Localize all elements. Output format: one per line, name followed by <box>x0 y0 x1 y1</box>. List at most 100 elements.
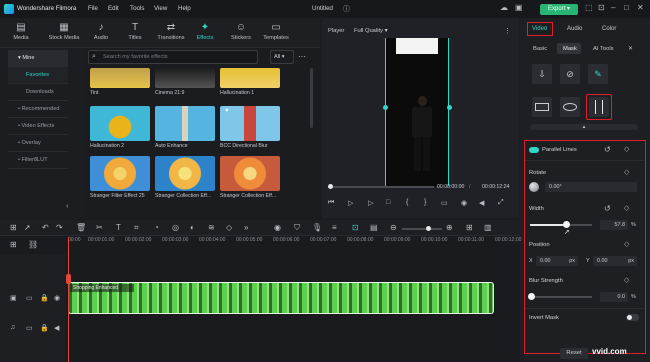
tab-transitions[interactable]: ⇄ Transitions <box>152 21 190 47</box>
lock-icon[interactable]: 🔒 <box>40 324 49 332</box>
tab-templates[interactable]: ▭ Templates <box>258 21 294 47</box>
mask-toggle[interactable] <box>529 147 539 153</box>
mask-import-icon[interactable]: ⇩ <box>532 64 552 84</box>
reset-button[interactable]: Reset <box>560 348 588 359</box>
info-icon[interactable]: ⓘ <box>343 4 350 14</box>
upload-cloud-icon[interactable]: ☁ <box>500 3 508 12</box>
text-tool-icon[interactable]: T <box>116 223 121 232</box>
export-button[interactable]: Export ▾ <box>540 4 578 15</box>
sidebar-item-video-effects[interactable]: • Video Effects <box>8 118 68 135</box>
favorite-icon[interactable]: ♥ <box>225 108 229 114</box>
mark-in-icon[interactable]: { <box>406 199 408 206</box>
filter-select[interactable]: All ▾ <box>270 50 294 64</box>
playhead-handle[interactable] <box>66 274 71 284</box>
menu-edit[interactable]: Edit <box>108 5 119 12</box>
blur-slider-track[interactable] <box>530 296 592 298</box>
audio-mix-icon[interactable]: ≡ <box>332 223 337 232</box>
keyframe-icon[interactable]: ◇ <box>624 168 629 176</box>
snapshot-icon[interactable]: ◉ <box>461 199 467 207</box>
snap-icon[interactable]: ⊡ <box>352 223 359 232</box>
folder-icon[interactable]: ▭ <box>26 294 33 302</box>
more-options-icon[interactable]: ⋯ <box>298 52 306 61</box>
timeline-playhead[interactable] <box>68 237 69 362</box>
mic-icon[interactable]: 🎙 <box>312 223 322 232</box>
sidebar-item-favorites[interactable]: Favorites <box>8 67 68 84</box>
menu-tools[interactable]: Tools <box>130 5 144 12</box>
reset-icon[interactable]: ↺ <box>604 204 611 213</box>
effect-tile[interactable]: BCC Directional Blur <box>220 106 280 149</box>
close-icon[interactable]: ✕ <box>628 45 633 52</box>
media-icon[interactable]: ▣ <box>515 3 523 12</box>
stop-icon[interactable]: □ <box>386 199 390 206</box>
effect-tile[interactable]: Stranger Collection Eff... <box>220 156 280 199</box>
effect-tile[interactable]: Stranger Filter Effect 25 <box>90 156 150 199</box>
effects-scrollbar[interactable] <box>310 68 313 128</box>
tab-color[interactable]: Color <box>602 26 616 32</box>
playhead-knob[interactable] <box>328 184 333 189</box>
rotate-input[interactable]: 0.00° <box>545 182 637 192</box>
previous-frame-icon[interactable]: ⏮ <box>328 199 334 207</box>
ripple-icon[interactable]: ◎ <box>172 223 179 232</box>
split-view-icon[interactable]: ▥ <box>484 223 492 232</box>
subtab-mask[interactable]: Mask <box>563 46 577 52</box>
position-x-input[interactable]: 0.00 px <box>536 256 578 266</box>
crop-icon[interactable]: ⌗ <box>134 223 139 233</box>
invert-mask-toggle[interactable] <box>626 314 639 321</box>
render-icon[interactable]: ◉ <box>274 223 281 232</box>
width-slider-knob[interactable] <box>563 221 570 228</box>
effect-tile[interactable]: Hallucination 2 <box>90 106 150 149</box>
lock-icon[interactable]: 🔒 <box>40 294 49 302</box>
shield-icon[interactable]: ⛉ <box>294 223 300 233</box>
fullscreen-icon[interactable]: ⤢ <box>498 199 504 207</box>
speed-icon[interactable]: ◔ <box>154 223 159 232</box>
layout-icon[interactable]: ⊞ <box>10 223 17 232</box>
zoom-out-icon[interactable]: ⊖ <box>390 223 397 232</box>
menu-file[interactable]: File <box>88 5 98 12</box>
blur-input[interactable]: 0.0 <box>600 292 628 302</box>
keyframe-icon[interactable]: ◇ <box>624 276 629 284</box>
subtab-ai-tools[interactable]: AI Tools <box>593 46 614 52</box>
effect-tile[interactable]: Stranger Collection Eff... <box>155 156 215 199</box>
mark-out-icon[interactable]: } <box>424 199 426 206</box>
minimize-icon[interactable]: – <box>611 3 615 12</box>
volume-icon[interactable]: ◀ <box>479 199 484 207</box>
zoom-slider-knob[interactable] <box>426 226 431 231</box>
link-icon[interactable]: ⛓ <box>28 240 38 249</box>
notification-icon[interactable]: ⊡ <box>598 3 605 12</box>
more-options-icon[interactable]: ⋮ <box>504 27 511 35</box>
tab-stickers[interactable]: ☺ Stickers <box>224 21 258 47</box>
delete-icon[interactable]: 🗑 <box>76 223 86 232</box>
close-icon[interactable]: ✕ <box>637 3 644 12</box>
add-track-icon[interactable]: ⊞ <box>10 240 17 249</box>
mask-handle-right[interactable] <box>447 105 452 110</box>
keyframe-tool-icon[interactable]: ◇ <box>226 223 232 232</box>
keyframe-icon[interactable]: ◇ <box>624 204 629 212</box>
split-icon[interactable]: ✂ <box>96 223 103 232</box>
sidebar-item-mine[interactable]: ▾ Mine <box>8 50 68 67</box>
gift-icon[interactable]: ⬚ <box>585 3 593 12</box>
reset-icon[interactable]: ↺ <box>604 145 611 154</box>
tab-media[interactable]: ▤ Media <box>4 21 38 47</box>
effect-tile[interactable]: Hallucination 1 <box>220 68 280 96</box>
effect-tile[interactable]: Tint <box>90 68 150 96</box>
rotate-dial[interactable] <box>529 182 539 192</box>
sidebar-item-recommended[interactable]: • Recommended <box>8 101 68 118</box>
mask-rectangle-icon[interactable] <box>532 97 552 117</box>
mask-none-icon[interactable]: ⊘ <box>560 64 580 84</box>
menu-help[interactable]: Help <box>178 5 191 12</box>
blur-slider-knob[interactable] <box>528 293 535 300</box>
mask-circle-icon[interactable] <box>560 97 580 117</box>
keyframe-icon[interactable]: ◇ <box>624 240 629 248</box>
zoom-slider[interactable] <box>402 228 442 230</box>
position-y-input[interactable]: 0.00 px <box>593 256 637 266</box>
eye-icon[interactable]: ◉ <box>54 294 60 302</box>
width-input[interactable]: 57.8 <box>600 220 628 230</box>
search-input[interactable]: Search my favorite effects <box>88 50 258 64</box>
sidebar-item-downloads[interactable]: Downloads <box>8 84 68 101</box>
cursor-tool-icon[interactable]: ➚ <box>24 223 31 232</box>
tab-audio[interactable]: Audio <box>567 26 582 32</box>
play-pause-icon[interactable]: ▷ <box>368 199 373 207</box>
menu-view[interactable]: View <box>154 5 167 12</box>
maximize-icon[interactable]: □ <box>624 3 629 12</box>
collapse-sidebar-icon[interactable]: ‹ <box>66 203 68 210</box>
